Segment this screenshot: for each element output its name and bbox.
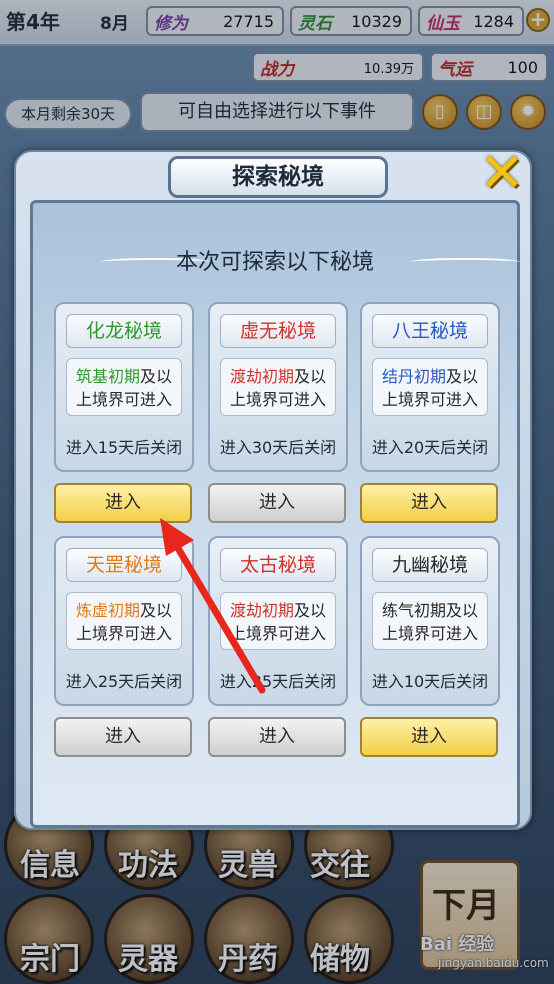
red-arrow-annotation bbox=[160, 518, 266, 694]
